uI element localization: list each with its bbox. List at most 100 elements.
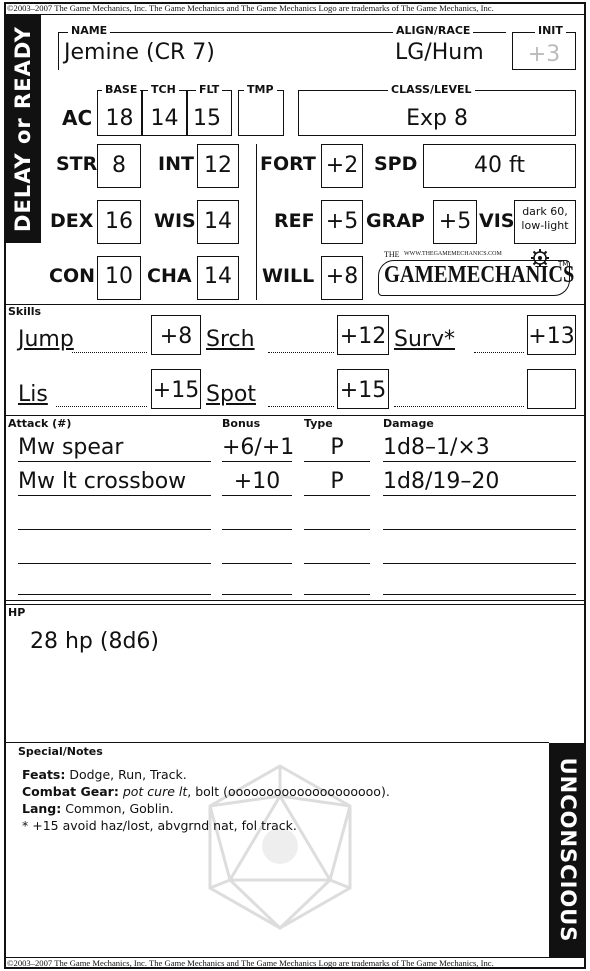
- attack-1-line-c: [304, 461, 370, 462]
- cha-value: 14: [204, 264, 232, 289]
- con-value: 10: [105, 264, 133, 289]
- attack-4-line-a[interactable]: [18, 563, 211, 564]
- attack-2-type: P: [330, 469, 344, 494]
- lang-text: Common, Goblin.: [61, 801, 174, 816]
- attack-4-line-d[interactable]: [383, 563, 576, 564]
- hp-value: 28 hp (8d6): [30, 629, 160, 654]
- attack-2-bonus: +10: [233, 469, 281, 494]
- logo-url: WWW.THEGAMEMECHANICS.COM: [404, 251, 502, 257]
- dex-value: 16: [105, 209, 133, 234]
- attack-5-line-b[interactable]: [222, 594, 292, 595]
- copyright-rule-bottom: [4, 957, 586, 958]
- grap-label: GRAP: [366, 210, 425, 232]
- attack-2-line-d: [383, 495, 576, 496]
- vis-value: dark 60, low-light: [521, 205, 569, 232]
- name-label: NAME: [68, 25, 111, 37]
- str-label: STR: [56, 153, 98, 175]
- attack-1-line-d: [383, 461, 576, 462]
- int-value: 12: [204, 153, 232, 178]
- align-value: LG/Hum: [395, 40, 484, 65]
- con-label: CON: [49, 265, 95, 287]
- skill-1-name: Jump: [18, 327, 74, 352]
- notes-line-4: * +15 avoid haz/lost, abvgrnd nat, fol t…: [22, 817, 297, 834]
- attack-col-label: Attack (#): [8, 417, 72, 430]
- attack-1-name: Mw spear: [18, 435, 124, 460]
- notes-line-3: Lang: Common, Goblin.: [22, 800, 174, 817]
- feats-label: Feats:: [22, 767, 66, 782]
- ac-base-value: 18: [105, 106, 134, 131]
- attack-1-damage: 1d8–1/×3: [383, 435, 490, 460]
- attack-5-line-c[interactable]: [304, 594, 370, 595]
- ac-label: AC: [62, 106, 93, 130]
- notes-line-2: Combat Gear: pot cure lt, bolt (oooooooo…: [22, 783, 390, 800]
- hp-rule-1: [4, 600, 586, 601]
- skill-2-name: Srch: [206, 327, 255, 352]
- skill-6-box[interactable]: [527, 369, 576, 409]
- skill-4-leader: [56, 406, 147, 407]
- notes-label: Special/Notes: [18, 745, 103, 758]
- attack-1-line-a: [18, 461, 211, 462]
- skill-5-name: Spot: [206, 382, 257, 407]
- attack-2-line-b: [222, 495, 292, 496]
- vis-label: VIS: [479, 210, 515, 232]
- skill-1-leader: [72, 352, 147, 353]
- damage-col-label: Damage: [383, 417, 434, 430]
- ac-flt-value: 15: [193, 106, 221, 131]
- attack-4-line-b[interactable]: [222, 563, 292, 564]
- skill-4-name: Lis: [18, 382, 48, 407]
- combat-gear-italic: pot cure lt: [118, 784, 188, 799]
- attack-5-line-a[interactable]: [18, 594, 211, 595]
- attack-2-line-a: [18, 495, 211, 496]
- align-label: ALIGN/RACE: [393, 25, 474, 37]
- attack-3-line-a[interactable]: [18, 529, 211, 530]
- ac-tch-value: 14: [150, 106, 179, 131]
- str-value: 8: [112, 153, 126, 178]
- attack-2-line-c: [304, 495, 370, 496]
- skill-3-mod: +13: [528, 324, 575, 349]
- wis-value: 14: [204, 209, 232, 234]
- attack-1-type: P: [330, 435, 344, 460]
- ref-value: +5: [325, 209, 359, 234]
- combat-gear-text: , bolt (oooooooooooooooooooo).: [187, 784, 390, 799]
- unconscious-band: UNCONSCIOUS: [549, 743, 586, 957]
- attack-5-line-d[interactable]: [383, 594, 576, 595]
- notes-line-1: Feats: Dodge, Run, Track.: [22, 766, 187, 783]
- logo-text: GAMEMECHANICS: [384, 262, 575, 288]
- logo-the: THE: [384, 250, 400, 259]
- ability-save-divider: [256, 144, 257, 300]
- hp-label: HP: [8, 606, 26, 619]
- attack-3-line-d[interactable]: [383, 529, 576, 530]
- skill-3-leader: [474, 352, 524, 353]
- init-label: INIT: [535, 25, 566, 37]
- fort-value: +2: [325, 153, 359, 178]
- spd-label: SPD: [374, 153, 418, 175]
- attack-4-line-c[interactable]: [304, 563, 370, 564]
- copyright-rule-top: [4, 14, 586, 15]
- skill-2-mod: +12: [339, 324, 387, 349]
- skill-5-leader: [268, 406, 334, 407]
- skill-3-name: Surv*: [394, 327, 455, 352]
- logo-tm: TM: [558, 260, 569, 268]
- will-label: WILL: [262, 265, 315, 287]
- ac-tmp-box[interactable]: [238, 90, 284, 136]
- skill-2-leader: [268, 352, 334, 353]
- init-value: +3: [527, 42, 561, 67]
- skill-notes-text: * +15 avoid haz/lost, abvgrnd nat, fol t…: [22, 818, 297, 833]
- cha-label: CHA: [147, 265, 192, 287]
- attack-3-line-b[interactable]: [222, 529, 292, 530]
- feats-text: Dodge, Run, Track.: [65, 767, 187, 782]
- attack-2-damage: 1d8/19–20: [383, 469, 500, 494]
- bonus-col-label: Bonus: [222, 417, 261, 430]
- skills-label: Skills: [8, 305, 42, 318]
- name-value: Jemine (CR 7): [64, 40, 215, 65]
- skills-rule: [4, 304, 586, 305]
- attack-rule: [4, 415, 586, 416]
- type-col-label: Type: [304, 417, 333, 430]
- attack-3-line-c[interactable]: [304, 529, 370, 530]
- game-mechanics-logo: WWW.THEGAMEMECHANICS.COM THE GAMEMECHANI…: [378, 248, 578, 300]
- class-level-value: Exp 8: [406, 106, 468, 131]
- unconscious-label: UNCONSCIOUS: [555, 757, 580, 943]
- attack-2-name: Mw lt crossbow: [18, 469, 187, 494]
- gear-icon: [531, 249, 549, 267]
- copyright-bottom: ©2003–2007 The Game Mechanics, Inc. The …: [7, 958, 494, 968]
